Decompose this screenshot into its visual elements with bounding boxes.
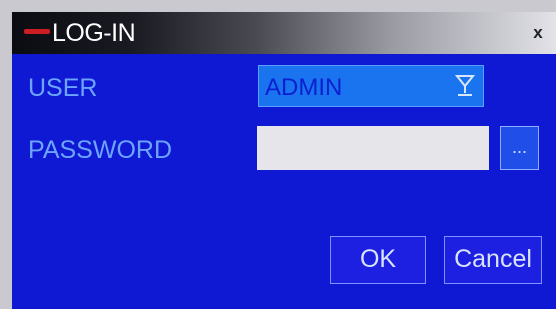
title-bar: LOG-IN x (12, 12, 556, 54)
password-field[interactable] (257, 126, 489, 170)
dialog-body: USER ADMIN PASSWORD ... OK Cancel (12, 54, 556, 309)
dialog-title: LOG-IN (52, 19, 136, 47)
close-button[interactable]: x (528, 24, 548, 42)
user-select[interactable]: ADMIN (258, 65, 484, 107)
logo-mark-icon (24, 29, 50, 34)
ok-button[interactable]: OK (330, 236, 426, 284)
dropdown-arrow-icon[interactable] (455, 73, 475, 99)
cancel-button[interactable]: Cancel (444, 236, 542, 284)
user-label: USER (28, 74, 98, 102)
password-label: PASSWORD (28, 136, 172, 164)
user-select-value: ADMIN (265, 74, 343, 101)
keyboard-button[interactable]: ... (500, 126, 539, 170)
login-dialog: LOG-IN x USER ADMIN PASSWORD ... OK Canc… (0, 0, 556, 309)
